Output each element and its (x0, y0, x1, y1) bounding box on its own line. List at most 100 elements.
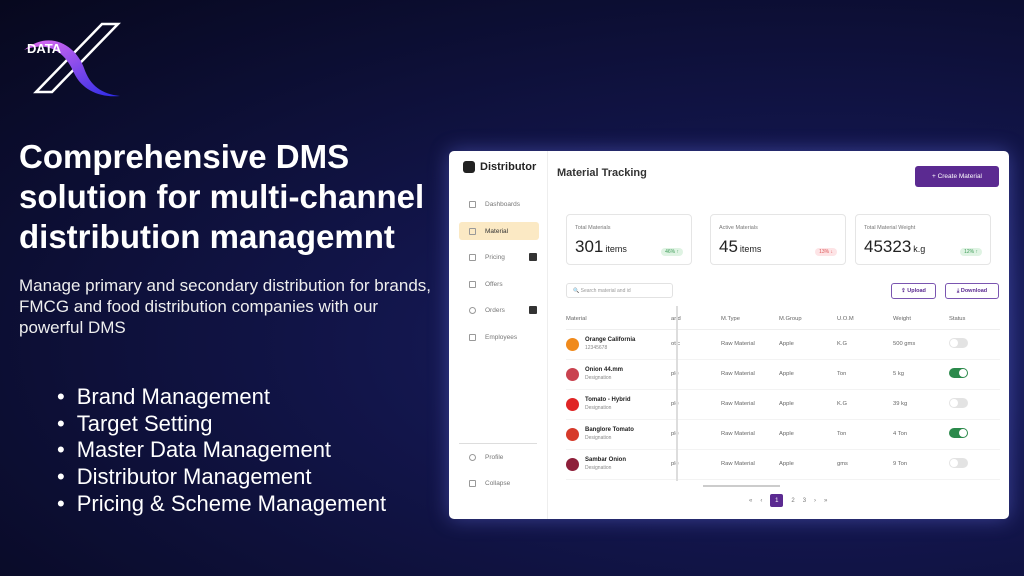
type-cell: Raw Material (721, 359, 779, 390)
material-desc: Designation (585, 435, 612, 441)
nav-orders[interactable]: Orders (459, 301, 539, 319)
material-desc: 12345678 (585, 345, 608, 351)
feature-item: Pricing & Scheme Management (57, 491, 386, 518)
stat-value: 45323 k.g (864, 237, 926, 256)
feature-item: Brand Management (57, 384, 386, 411)
status-toggle[interactable] (949, 458, 968, 468)
table-row[interactable]: Tomato - Hybrid Designation ple Raw Mater… (566, 389, 1000, 420)
table-row[interactable]: Banglore Tomato Designation ple Raw Mater… (566, 419, 1000, 450)
col-header: M.Type (721, 309, 779, 330)
type-cell: Raw Material (721, 389, 779, 420)
table-row[interactable]: Orange California 12345678 otic Raw Mater… (566, 329, 1000, 360)
create-material-button[interactable]: + Create Material (915, 166, 999, 187)
download-button[interactable]: ⤓ Download (945, 283, 999, 299)
table-row[interactable]: Sambar Onion Designation ple Raw Material… (566, 449, 1000, 480)
material-name: Orange California (585, 337, 636, 343)
first-page-button[interactable]: « (749, 498, 752, 504)
material-desc: Designation (585, 375, 612, 381)
uom-cell: Ton (837, 359, 893, 390)
sidebar: Distributor Dashboards Material Pricing … (449, 151, 548, 519)
col-header: M.Group (779, 309, 837, 330)
weight-cell: 4 Ton (893, 419, 949, 450)
feature-item: Distributor Management (57, 464, 386, 491)
col-header: Material (566, 309, 671, 330)
nav-pricing[interactable]: Pricing (459, 248, 539, 266)
nav-label: Profile (485, 453, 504, 461)
employees-icon (469, 333, 476, 341)
feature-item: Target Setting (57, 411, 386, 438)
material-desc: Designation (585, 405, 612, 411)
material-image (566, 367, 579, 381)
stat-change: 12% ↑ (960, 248, 982, 256)
nav-label: Orders (485, 306, 505, 314)
status-toggle[interactable] (949, 398, 968, 408)
status-toggle[interactable] (949, 368, 968, 378)
nav-label: Offers (485, 280, 503, 288)
brand-cell: ple (671, 389, 721, 420)
material-name: Onion 44.mm (585, 367, 624, 373)
divider (459, 443, 537, 444)
brand-cell: ple (671, 419, 721, 450)
next-page-button[interactable]: › (814, 498, 816, 504)
nav-material[interactable]: Material (459, 222, 539, 240)
material-image (566, 337, 579, 351)
stat-value: 301 items (575, 237, 627, 256)
nav-label: Material (485, 227, 509, 235)
stat-change: 13% ↓ (815, 248, 837, 256)
stat-change: 46% ↑ (661, 248, 683, 256)
table-row[interactable]: Onion 44.mm Designation ple Raw Material … (566, 359, 1000, 390)
nav-offers[interactable]: Offers (459, 275, 539, 293)
stat-card-active: Active Materials 45 items 13% ↓ (710, 214, 846, 265)
page-3-button[interactable]: 3 (803, 498, 806, 504)
stat-label: Total Material Weight (864, 225, 916, 231)
nav-label: Pricing (485, 253, 505, 261)
collapse-icon (469, 479, 476, 487)
horizontal-scrollbar[interactable] (703, 485, 780, 487)
col-header: U.O.M (837, 309, 893, 330)
materials-table: Material and M.Type M.Group U.O.M Weight Statu… (566, 309, 1000, 480)
pricing-icon (469, 253, 476, 261)
nav-label: Employees (485, 333, 518, 341)
search-input[interactable]: 🔍 Search material and id (566, 283, 673, 298)
stat-value: 45 items (719, 237, 762, 256)
uom-cell: K.G (837, 389, 893, 420)
status-toggle[interactable] (949, 338, 968, 348)
upload-button[interactable]: ⇪ Upload (891, 283, 936, 299)
uom-cell: Ton (837, 419, 893, 450)
last-page-button[interactable]: » (824, 498, 827, 504)
brand-cell: ple (671, 359, 721, 390)
offers-icon (469, 280, 476, 288)
nav-label: Dashboards (485, 200, 521, 208)
nav-dashboards[interactable]: Dashboards (459, 195, 539, 213)
col-header: Status (949, 309, 1000, 330)
sticky-column-divider (676, 306, 678, 481)
headline: Comprehensive DMS solution for multi-cha… (19, 138, 425, 255)
subtitle: Manage primary and secondary distributio… (19, 276, 431, 337)
uom-cell: gms (837, 449, 893, 480)
page-title: Material Tracking (557, 167, 647, 179)
page-1-button[interactable]: 1 (770, 494, 784, 507)
nav-collapse[interactable]: Collapse (459, 474, 539, 492)
nav-profile[interactable]: Profile (459, 448, 539, 466)
profile-icon (469, 453, 476, 461)
material-image (566, 457, 579, 471)
page-2-button[interactable]: 2 (791, 498, 794, 504)
group-cell: Apple (779, 449, 837, 480)
weight-cell: 5 kg (893, 359, 949, 390)
group-cell: Apple (779, 389, 837, 420)
weight-cell: 39 kg (893, 389, 949, 420)
weight-cell: 9 Ton (893, 449, 949, 480)
nav-employees[interactable]: Employees (459, 328, 539, 346)
cart-icon (469, 227, 476, 235)
stat-label: Total Materials (575, 225, 611, 231)
group-cell: Apple (779, 329, 837, 360)
brand-icon (463, 161, 475, 173)
pricing-badge (529, 253, 537, 261)
prev-page-button[interactable]: ‹ (760, 498, 762, 504)
brand-cell: otic (671, 329, 721, 360)
type-cell: Raw Material (721, 449, 779, 480)
material-name: Banglore Tomato (585, 427, 634, 433)
stat-label: Active Materials (719, 225, 758, 231)
orders-badge (529, 306, 537, 314)
status-toggle[interactable] (949, 428, 968, 438)
